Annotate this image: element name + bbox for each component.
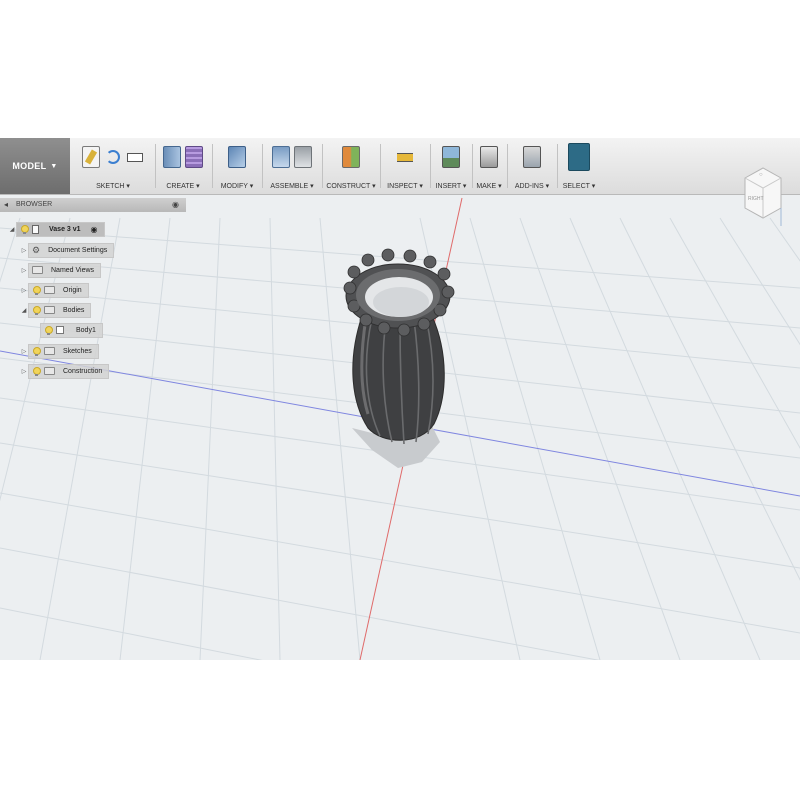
origin-chip[interactable]: Origin xyxy=(28,282,89,298)
bodies-chip[interactable]: Bodies xyxy=(28,302,92,318)
item-label: Construction xyxy=(63,367,103,375)
add-ins-label: ADD-INS ▾ xyxy=(514,183,550,190)
extrude-icon[interactable] xyxy=(163,146,181,168)
root-label: Vase 3 v1 xyxy=(49,225,81,233)
sketch-group[interactable]: SKETCH ▾ xyxy=(72,138,154,194)
main-toolbar: MODEL ▼ SKETCH ▾ CREATE ▾ MODIFY ▾ ASSEM… xyxy=(0,138,800,195)
construction-chip[interactable]: Construction xyxy=(28,363,110,379)
inspect-label: INSPECT ▾ xyxy=(387,183,423,190)
browser-item-construction[interactable]: ▷ Construction xyxy=(20,363,110,379)
view-cube-face-label: RIGHT xyxy=(748,196,764,202)
scripts-icon[interactable] xyxy=(523,146,541,168)
select-label: SELECT ▾ xyxy=(562,183,596,190)
folder-icon xyxy=(32,266,43,274)
item-label: Document Settings xyxy=(48,246,108,254)
assemble-label: ASSEMBLE ▾ xyxy=(270,183,314,190)
viewport-canvas[interactable] xyxy=(0,138,800,660)
insert-group[interactable]: INSERT ▾ xyxy=(432,138,470,194)
measure-icon[interactable] xyxy=(396,146,414,168)
radio-activate-icon[interactable]: ◉ xyxy=(91,225,98,234)
vase-body[interactable] xyxy=(343,248,455,468)
arc-icon[interactable] xyxy=(104,146,122,168)
joint-icon[interactable] xyxy=(294,146,312,168)
press-pull-icon[interactable] xyxy=(228,146,246,168)
browser-item-bodies[interactable]: ◢ Bodies xyxy=(20,302,92,318)
visibility-bulb-icon[interactable] xyxy=(32,285,41,295)
document-settings-chip[interactable]: ⚙ Document Settings xyxy=(28,242,115,258)
fusion-window: MODEL ▼ SKETCH ▾ CREATE ▾ MODIFY ▾ ASSEM… xyxy=(0,138,800,660)
create-group[interactable]: CREATE ▾ xyxy=(157,138,209,194)
folder-icon xyxy=(44,367,55,375)
new-component-icon[interactable] xyxy=(272,146,290,168)
browser-root-row[interactable]: ◢ Vase 3 v1 ◉ xyxy=(8,221,105,237)
browser-title: BROWSER xyxy=(16,201,53,208)
make-group[interactable]: MAKE ▾ xyxy=(474,138,504,194)
browser-panel-header[interactable]: ◂ BROWSER ◉ xyxy=(0,198,186,212)
construct-label: CONSTRUCT ▾ xyxy=(326,183,376,190)
folder-icon xyxy=(44,347,55,355)
browser-item-named-views[interactable]: ▷ Named Views xyxy=(20,262,102,278)
expand-toggle-icon[interactable]: ▷ xyxy=(20,287,28,294)
root-component-chip[interactable]: Vase 3 v1 ◉ xyxy=(16,221,105,237)
document-icon xyxy=(32,224,39,234)
create-label: CREATE ▾ xyxy=(166,183,200,190)
rectangle-icon[interactable] xyxy=(126,146,144,168)
svg-text:○: ○ xyxy=(759,172,763,178)
workspace-label: MODEL xyxy=(12,161,47,171)
expand-toggle-icon[interactable]: ▷ xyxy=(20,368,28,375)
browser-item-origin[interactable]: ▷ Origin xyxy=(20,282,89,298)
inspect-group[interactable]: INSPECT ▾ xyxy=(382,138,428,194)
expand-toggle-icon[interactable]: ◢ xyxy=(20,307,28,314)
item-label: Sketches xyxy=(63,347,92,355)
visibility-bulb-icon[interactable] xyxy=(32,346,41,356)
browser-item-body1[interactable]: Body1 xyxy=(40,322,103,338)
browser-item-sketches[interactable]: ▷ Sketches xyxy=(20,343,99,359)
visibility-bulb-icon[interactable] xyxy=(44,325,53,335)
assemble-group[interactable]: ASSEMBLE ▾ xyxy=(264,138,320,194)
named-views-chip[interactable]: Named Views xyxy=(28,262,102,278)
expand-toggle-icon[interactable]: ▷ xyxy=(20,267,28,274)
item-label: Body1 xyxy=(76,326,96,334)
sketches-chip[interactable]: Sketches xyxy=(28,343,99,359)
offset-plane-icon[interactable] xyxy=(342,146,360,168)
visibility-bulb-icon[interactable] xyxy=(20,224,29,234)
workspace-switcher-button[interactable]: MODEL ▼ xyxy=(0,138,70,194)
item-label: Bodies xyxy=(63,306,85,314)
item-label: Origin xyxy=(63,286,82,294)
view-cube[interactable]: ○ RIGHT xyxy=(741,160,785,226)
modify-group[interactable]: MODIFY ▾ xyxy=(214,138,260,194)
box-grid-icon[interactable] xyxy=(185,146,203,168)
body-icon xyxy=(56,326,64,334)
gear-icon: ⚙ xyxy=(32,244,41,255)
select-icon[interactable] xyxy=(568,143,590,171)
sketch-label: SKETCH ▾ xyxy=(96,183,130,190)
3d-print-icon[interactable] xyxy=(480,146,498,168)
folder-icon xyxy=(44,286,55,294)
expand-toggle-icon[interactable]: ▷ xyxy=(20,348,28,355)
chevron-down-icon: ▼ xyxy=(50,162,58,170)
construct-group[interactable]: CONSTRUCT ▾ xyxy=(324,138,378,194)
expand-toggle-icon[interactable]: ◢ xyxy=(8,226,16,233)
pin-icon[interactable]: ◉ xyxy=(172,200,179,209)
item-label: Named Views xyxy=(51,266,95,274)
folder-icon xyxy=(44,306,55,314)
visibility-bulb-icon[interactable] xyxy=(32,305,41,315)
browser-item-document-settings[interactable]: ▷ ⚙ Document Settings xyxy=(20,242,115,258)
insert-image-icon[interactable] xyxy=(442,146,460,168)
collapse-icon[interactable]: ◂ xyxy=(4,200,8,209)
expand-toggle-icon[interactable]: ▷ xyxy=(20,247,28,254)
create-sketch-icon[interactable] xyxy=(82,146,100,168)
view-cube-icon: ○ xyxy=(744,167,782,226)
body1-chip[interactable]: Body1 xyxy=(40,322,103,338)
modify-label: MODIFY ▾ xyxy=(220,183,254,190)
make-label: MAKE ▾ xyxy=(476,183,502,190)
select-group[interactable]: SELECT ▾ xyxy=(559,138,599,194)
visibility-bulb-icon[interactable] xyxy=(32,366,41,376)
add-ins-group[interactable]: ADD-INS ▾ xyxy=(509,138,555,194)
insert-label: INSERT ▾ xyxy=(435,183,467,190)
